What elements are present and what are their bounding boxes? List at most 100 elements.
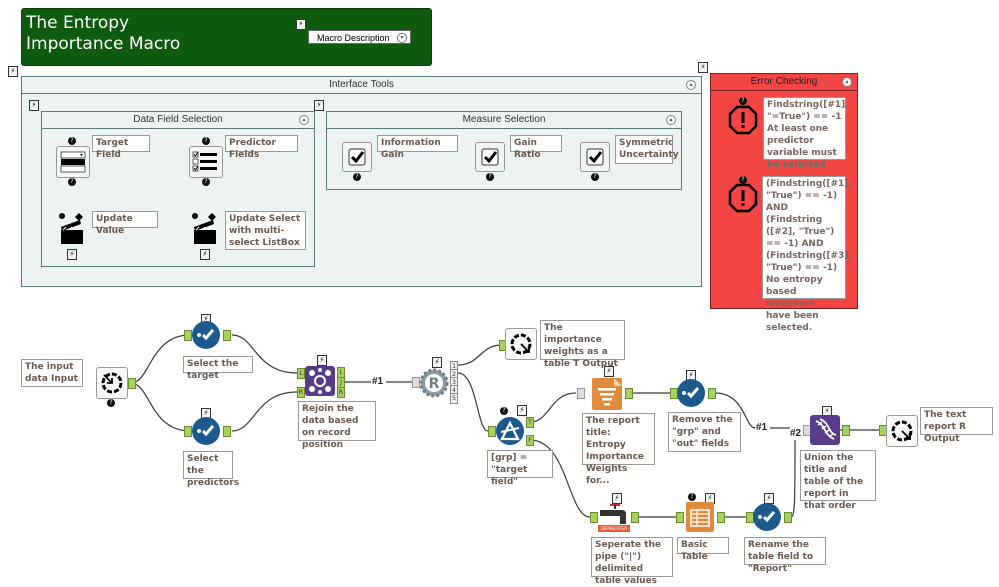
output-port[interactable] <box>708 388 716 399</box>
macro-input-tool[interactable] <box>96 367 128 399</box>
filter-tool[interactable] <box>496 417 524 445</box>
select-check-icon <box>758 511 776 523</box>
lightning-icon[interactable]: ⚡ <box>432 357 442 368</box>
question-anchor-icon[interactable]: ? <box>353 173 361 181</box>
lightning-icon[interactable]: ⚡ <box>8 66 18 77</box>
lightning-icon[interactable]: ⚡ <box>317 355 327 366</box>
question-anchor-icon[interactable]: ? <box>688 493 696 501</box>
input-port[interactable] <box>488 426 496 437</box>
question-anchor-icon[interactable]: ? <box>500 407 508 415</box>
measure-selection-header[interactable]: Measure Selection ▴ <box>327 112 681 129</box>
output-port[interactable] <box>842 425 850 436</box>
output-port[interactable] <box>784 512 792 523</box>
input-port[interactable] <box>590 512 598 523</box>
select-tool-predictors[interactable] <box>192 417 220 445</box>
error-message-icon[interactable] <box>728 183 758 213</box>
r-tool[interactable]: R <box>419 368 449 398</box>
collapse-icon[interactable]: ▴ <box>666 115 676 125</box>
checkbox-icon <box>586 148 604 166</box>
lightning-icon[interactable]: ⚡ <box>604 366 614 377</box>
collapse-icon[interactable]: ▴ <box>686 80 696 90</box>
chevron-down-icon[interactable]: ▾ <box>397 33 407 43</box>
annotation-basic-table: Basic Table <box>677 537 729 562</box>
macro-output-tool-table[interactable] <box>505 328 537 360</box>
lightning-icon[interactable]: ⚡ <box>314 100 324 111</box>
select-tool-target[interactable] <box>192 321 220 349</box>
lightning-icon[interactable]: ⚡ <box>698 62 708 73</box>
question-anchor-icon[interactable]: ? <box>202 178 210 186</box>
error-message-icon[interactable] <box>728 105 758 135</box>
filter-icon <box>500 420 520 441</box>
input-port[interactable] <box>184 426 192 437</box>
input-port[interactable] <box>676 512 684 523</box>
wire-filter-true-to-report-title <box>529 392 577 423</box>
wire-rename-to-union <box>790 439 796 518</box>
lightning-icon[interactable]: ⚡ <box>296 19 306 30</box>
select-tool-rename[interactable] <box>753 503 781 531</box>
filter-true-output[interactable]: T <box>526 417 534 428</box>
list-box-tool[interactable] <box>189 146 223 178</box>
output-port[interactable] <box>223 330 231 341</box>
collapse-icon[interactable]: ▴ <box>842 77 852 87</box>
macro-title-box: The Entropy Importance Macro ⚡ Macro Des… <box>21 8 432 66</box>
output-port[interactable] <box>717 512 725 523</box>
annotation-target-field: Target Field <box>92 135 150 160</box>
input-port[interactable] <box>577 388 585 399</box>
join-right-input[interactable]: R <box>297 387 305 398</box>
annotation-update-value: Update Value <box>92 211 158 236</box>
select-check-icon <box>682 387 700 399</box>
join-multiple-tool[interactable] <box>305 366 335 396</box>
filter-false-output[interactable]: F <box>526 435 534 446</box>
output-port[interactable] <box>625 388 633 399</box>
data-field-selection-header[interactable]: Data Field Selection ▴ <box>42 112 314 129</box>
output-port[interactable] <box>631 512 639 523</box>
collapse-icon[interactable]: ▴ <box>299 115 309 125</box>
r-logo-icon: R <box>419 368 449 398</box>
faucet-icon <box>600 504 626 524</box>
action-clapper-icon <box>59 213 83 244</box>
join-left-input[interactable]: L <box>297 368 305 379</box>
checkbox-tool-gain-ratio[interactable] <box>475 142 505 172</box>
output-port[interactable] <box>128 378 136 389</box>
question-anchor-icon[interactable]: ? <box>202 137 210 145</box>
question-anchor-icon[interactable]: ? <box>591 173 599 181</box>
lightning-icon[interactable]: ⚡ <box>67 249 77 260</box>
lightning-icon[interactable]: ⚡ <box>200 249 210 260</box>
question-anchor-icon[interactable]: ? <box>486 173 494 181</box>
action-tool-update-select[interactable] <box>191 212 219 244</box>
select-tool-remove-fields[interactable] <box>677 379 705 407</box>
checkbox-tool-information-gain[interactable] <box>342 142 372 172</box>
wire-r-to-filter <box>457 372 489 432</box>
dropdown-tool[interactable] <box>56 146 90 178</box>
select-check-icon <box>197 329 215 341</box>
lightning-icon[interactable]: ⚡ <box>517 405 527 416</box>
checkbox-tool-symmetric-uncertainty[interactable] <box>580 142 610 172</box>
connection-label: #1 <box>372 376 384 387</box>
dropdown-icon <box>60 151 86 173</box>
question-anchor-icon[interactable]: ? <box>107 399 115 407</box>
action-tool-update-value[interactable] <box>58 212 86 244</box>
report-text-icon <box>598 378 622 406</box>
question-anchor-icon[interactable]: ? <box>68 178 76 186</box>
report-text-tool[interactable] <box>592 378 622 410</box>
macro-output-tool-report[interactable] <box>886 415 918 447</box>
input-port[interactable] <box>184 330 192 341</box>
interface-tools-header[interactable]: Interface Tools ▴ <box>22 77 701 94</box>
annotation-text-output: The text report R Output <box>920 407 993 444</box>
macro-description-button[interactable]: Macro Description ▾ <box>308 30 411 44</box>
question-anchor-icon[interactable]: ? <box>739 97 747 105</box>
annotation-filter: [grp] = "target field" <box>487 450 553 487</box>
union-tool[interactable] <box>810 415 840 445</box>
question-anchor-icon[interactable]: ? <box>68 137 76 145</box>
error-checking-header[interactable]: Error Checking ▴ <box>711 74 857 91</box>
output-port[interactable] <box>223 426 231 437</box>
join-icon <box>309 368 331 394</box>
lightning-icon[interactable]: ⚡ <box>29 100 39 111</box>
wire-select-predictors-to-join <box>231 391 298 432</box>
data-field-selection-title: Data Field Selection <box>133 114 223 125</box>
join-right-output[interactable]: R <box>337 387 345 398</box>
r-output-port-5[interactable]: 5 <box>450 393 458 404</box>
basic-table-tool[interactable] <box>686 502 714 532</box>
measure-selection-title: Measure Selection <box>462 114 546 125</box>
text-to-columns-tool[interactable] <box>598 502 630 526</box>
